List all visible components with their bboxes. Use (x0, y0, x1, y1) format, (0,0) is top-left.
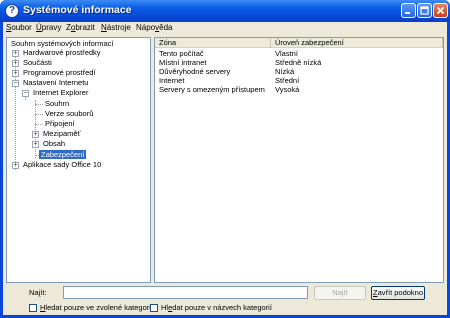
menu-label: brazit (75, 23, 95, 32)
tree-item-label: Součásti (23, 58, 52, 67)
menu-label: oubor (11, 23, 32, 32)
tree-item-connection[interactable]: Připojení (45, 119, 75, 129)
maximize-icon (420, 6, 429, 15)
table-cell-zone: Internet (159, 76, 185, 85)
details-list[interactable]: Zóna Úroveň zabezpečení Tento počítač Vl… (154, 37, 444, 283)
search-category-checkbox[interactable] (29, 304, 37, 312)
column-header-zone[interactable]: Zóna (155, 38, 271, 48)
tree-connector (35, 104, 43, 105)
menu-bar: Soubor Úpravy Zobrazit Nástroje Nápověda (3, 22, 447, 35)
tree-item-label: Nastavení Internetu (23, 78, 89, 87)
tree-item-label: Zabezpečení (39, 150, 87, 159)
checkbox-label-text: ledat pouze ve zvolené kategorii (45, 303, 153, 312)
help-app-icon: ? (5, 4, 19, 18)
menu-file[interactable]: Soubor (6, 23, 32, 32)
tree-item-software[interactable]: Programové prostředí (23, 68, 96, 78)
tree-item-label: Hardwarové prostředky (23, 48, 101, 57)
tree-connector (35, 114, 43, 115)
tree-item-security[interactable]: Zabezpečení (39, 150, 87, 160)
expand-icon[interactable]: + (12, 70, 19, 77)
tree-item-file-versions[interactable]: Verze souborů (45, 109, 93, 119)
table-cell-level: Vysoká (275, 85, 300, 94)
table-cell-zone: Důvěryhodné servery (159, 67, 231, 76)
list-header: Zóna Úroveň zabezpečení (155, 38, 443, 48)
table-cell-zone: Tento počítač (159, 49, 204, 58)
table-cell-zone: Místní intranet (159, 58, 207, 67)
expand-icon[interactable]: + (12, 162, 19, 169)
tree-item-label: Mezipaměť (43, 129, 81, 138)
maximize-button[interactable] (417, 3, 432, 18)
expand-icon[interactable]: + (32, 131, 39, 138)
tree-item-label: Internet Explorer (33, 88, 89, 97)
tree-item-label: Verze souborů (45, 109, 94, 118)
tree-item-content[interactable]: Obsah (43, 139, 65, 149)
find-label-text: Na (29, 288, 39, 297)
menu-view[interactable]: Zobrazit (66, 23, 95, 32)
tree-item-ie-summary[interactable]: Souhrn (45, 99, 69, 109)
tree-item-components[interactable]: Součásti (23, 58, 52, 68)
find-button[interactable]: Najít (314, 286, 366, 300)
window-title: Systémové informace (23, 4, 132, 16)
menu-label: pravy (41, 23, 62, 32)
tree-connector (15, 50, 16, 170)
app-window: ? Systémové informace Soubor Úpravy Zobr… (0, 0, 450, 318)
table-cell-level: Vlastní (275, 49, 298, 58)
expand-icon[interactable]: + (12, 60, 19, 67)
menu-help[interactable]: Nápověda (136, 23, 172, 32)
tree-item-hardware[interactable]: Hardwarové prostředky (23, 48, 101, 58)
tree-connector (35, 124, 43, 125)
minimize-button[interactable] (401, 3, 416, 18)
tree-item-label: Připojení (45, 119, 75, 128)
search-names-label: Hledat pouze v názvech kategorií (161, 303, 272, 313)
client-area: Soubor Úpravy Zobrazit Nástroje Nápověda… (3, 22, 447, 315)
menu-label: ástroje (106, 23, 131, 32)
tree-item-internet-settings[interactable]: Nastavení Internetu (23, 78, 88, 88)
tree-item-office[interactable]: Aplikace sady Office 10 (23, 160, 101, 170)
find-label-text: ít: (40, 288, 47, 297)
table-cell-zone: Servery s omezeným přístupem (159, 85, 265, 94)
close-pane-button[interactable]: Zavřít podokno (371, 286, 425, 300)
find-input[interactable] (63, 286, 308, 299)
menu-edit[interactable]: Úpravy (36, 23, 61, 32)
checkbox-label-text: dat pouze v názvech kategorií (172, 303, 272, 312)
tree-connector (35, 100, 36, 158)
expand-icon[interactable]: + (32, 141, 39, 148)
menu-tools[interactable]: Nástroje (101, 23, 131, 32)
search-names-checkbox[interactable] (150, 304, 158, 312)
tree-item-internet-explorer[interactable]: Internet Explorer (33, 88, 88, 98)
tree-item-label: Souhrn systémových informací (11, 39, 114, 48)
tree-item-label: Programové prostředí (23, 68, 96, 77)
title-bar[interactable]: ? Systémové informace (0, 0, 450, 22)
close-button[interactable] (433, 3, 448, 18)
tree-item-label: Souhrn (45, 99, 70, 108)
collapse-icon[interactable]: − (22, 90, 29, 97)
search-category-label: Hledat pouze ve zvolené kategorii (40, 303, 153, 313)
column-header-security-level[interactable]: Úroveň zabezpečení (271, 38, 443, 48)
close-icon (436, 6, 445, 15)
find-pane: Najít: Najít Zavřít podokno Hledat pouze… (3, 284, 447, 315)
table-cell-level: Nízká (275, 67, 295, 76)
minimize-icon (405, 12, 410, 14)
menu-label: ěda (159, 23, 173, 32)
menu-label: Nápo (136, 23, 156, 32)
expand-icon[interactable]: + (12, 50, 19, 57)
tree-item-label: Obsah (43, 139, 66, 148)
find-label: Najít: (29, 288, 47, 297)
tree-item-cache[interactable]: Mezipaměť (43, 129, 80, 139)
button-label: avřít podokno (377, 288, 424, 297)
tree-item-label: Aplikace sady Office 10 (23, 160, 102, 169)
category-tree[interactable]: Souhrn systémových informací + Hardwarov… (6, 37, 151, 283)
collapse-icon[interactable]: − (12, 80, 19, 87)
table-cell-level: Střední (275, 76, 300, 85)
table-cell-level: Středně nízká (275, 58, 322, 67)
